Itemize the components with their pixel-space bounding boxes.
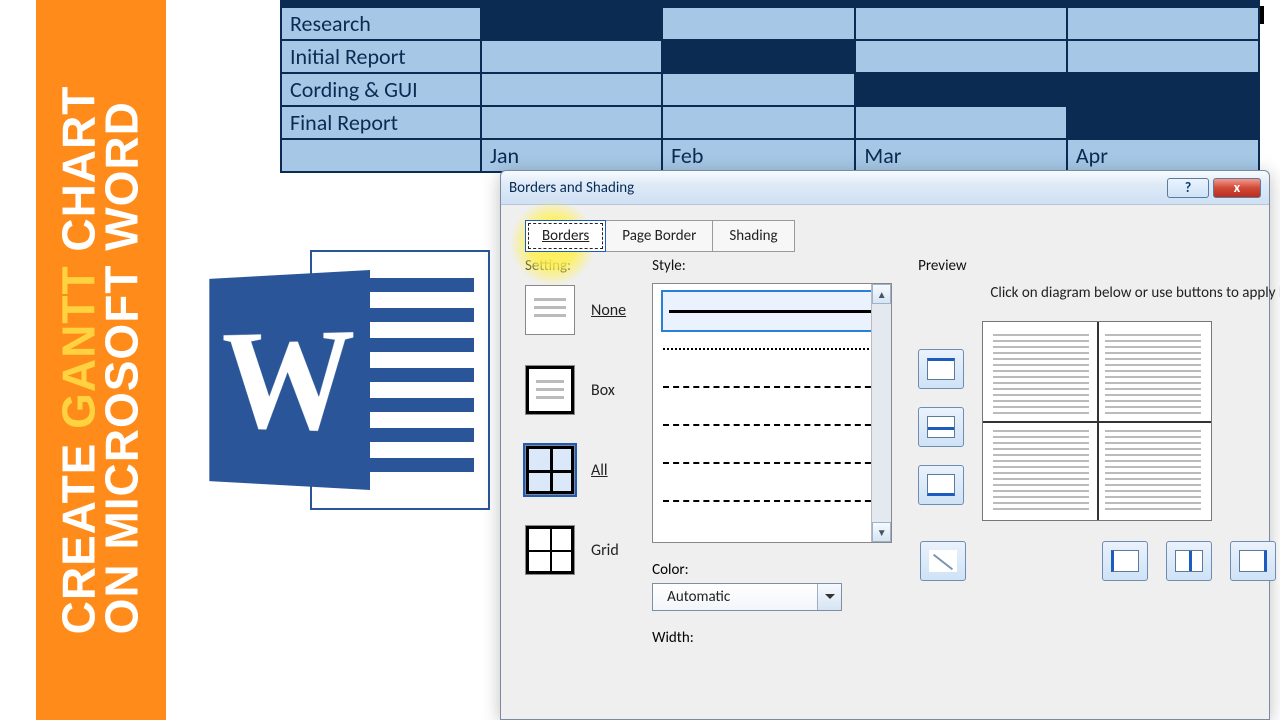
gantt-bar xyxy=(662,40,855,73)
table-row[interactable]: Final Report xyxy=(281,106,1259,139)
table-row[interactable]: Jan Feb Mar Apr xyxy=(281,139,1259,172)
setting-none-icon xyxy=(525,285,575,335)
style-listbox[interactable] xyxy=(652,283,892,543)
dialog-title: Borders and Shading xyxy=(509,179,634,197)
scroll-down-button[interactable]: ▼ xyxy=(872,522,891,542)
month-label: Feb xyxy=(662,139,855,172)
style-option[interactable] xyxy=(663,406,887,444)
style-group-label: Style: xyxy=(652,257,892,275)
setting-all[interactable]: All xyxy=(525,445,626,495)
border-bottom-button[interactable] xyxy=(918,465,964,505)
preview-diagram[interactable] xyxy=(982,321,1212,521)
gantt-bar xyxy=(855,73,1067,106)
gantt-bar xyxy=(1067,106,1259,139)
table-row[interactable]: Research xyxy=(281,7,1259,40)
dialog-tabs: Borders Page Border Shading xyxy=(525,219,1249,251)
style-option[interactable] xyxy=(663,444,887,482)
gantt-bar xyxy=(1067,73,1259,106)
table-row[interactable]: Initial Report xyxy=(281,40,1259,73)
borders-shading-dialog: Borders and Shading ? x Borders Page Bor… xyxy=(500,170,1270,720)
month-label: Mar xyxy=(855,139,1067,172)
task-label: Initial Report xyxy=(281,40,481,73)
preview-group-label: Preview xyxy=(918,257,1280,275)
style-option[interactable] xyxy=(663,482,887,520)
color-dropdown[interactable]: Automatic xyxy=(652,583,842,611)
border-left-button[interactable] xyxy=(1102,541,1148,581)
border-top-button[interactable] xyxy=(918,349,964,389)
scroll-up-button[interactable]: ▲ xyxy=(872,284,891,304)
month-label: Apr xyxy=(1067,139,1259,172)
gantt-chart: Research Initial Report Cording & GUI Fi… xyxy=(280,0,1260,173)
month-label: Jan xyxy=(481,139,662,172)
width-label: Width: xyxy=(652,629,892,647)
tab-shading[interactable]: Shading xyxy=(713,220,794,252)
setting-none[interactable]: None xyxy=(525,285,626,335)
help-button[interactable]: ? xyxy=(1167,178,1209,198)
task-label: Final Report xyxy=(281,106,481,139)
setting-grid[interactable]: Grid xyxy=(525,525,626,575)
chevron-down-icon xyxy=(817,584,841,610)
tab-borders[interactable]: Borders xyxy=(525,220,606,252)
close-button[interactable]: x xyxy=(1213,178,1261,198)
setting-all-icon xyxy=(525,445,575,495)
border-diag-down-button[interactable] xyxy=(920,541,966,581)
title-sidebar: CREATE GANTT CHART ON MICROSOFT WORD xyxy=(36,0,166,720)
word-logo-letter: W xyxy=(222,295,356,466)
style-option[interactable] xyxy=(663,330,887,368)
border-hmiddle-button[interactable] xyxy=(918,407,964,447)
task-label: Research xyxy=(281,7,481,40)
setting-box[interactable]: Box xyxy=(525,365,626,415)
setting-grid-icon xyxy=(525,525,575,575)
border-right-button[interactable] xyxy=(1230,541,1276,581)
preview-hint: Click on diagram below or use buttons to… xyxy=(918,283,1280,303)
task-label: Cording & GUI xyxy=(281,73,481,106)
color-label: Color: xyxy=(652,561,892,579)
style-option[interactable] xyxy=(663,368,887,406)
setting-group-label: Setting: xyxy=(525,257,626,275)
dialog-titlebar[interactable]: Borders and Shading ? x xyxy=(501,171,1269,205)
style-option[interactable] xyxy=(663,292,887,330)
style-scrollbar[interactable]: ▲ ▼ xyxy=(871,284,891,542)
setting-box-icon xyxy=(525,365,575,415)
color-value: Automatic xyxy=(667,588,730,606)
tab-page-border[interactable]: Page Border xyxy=(606,220,713,252)
border-vmiddle-button[interactable] xyxy=(1166,541,1212,581)
table-row[interactable]: Cording & GUI xyxy=(281,73,1259,106)
title-part-subtitle: ON MICROSOFT WORD xyxy=(102,86,143,635)
gantt-bar xyxy=(481,7,662,40)
word-logo-icon: W xyxy=(190,230,490,530)
